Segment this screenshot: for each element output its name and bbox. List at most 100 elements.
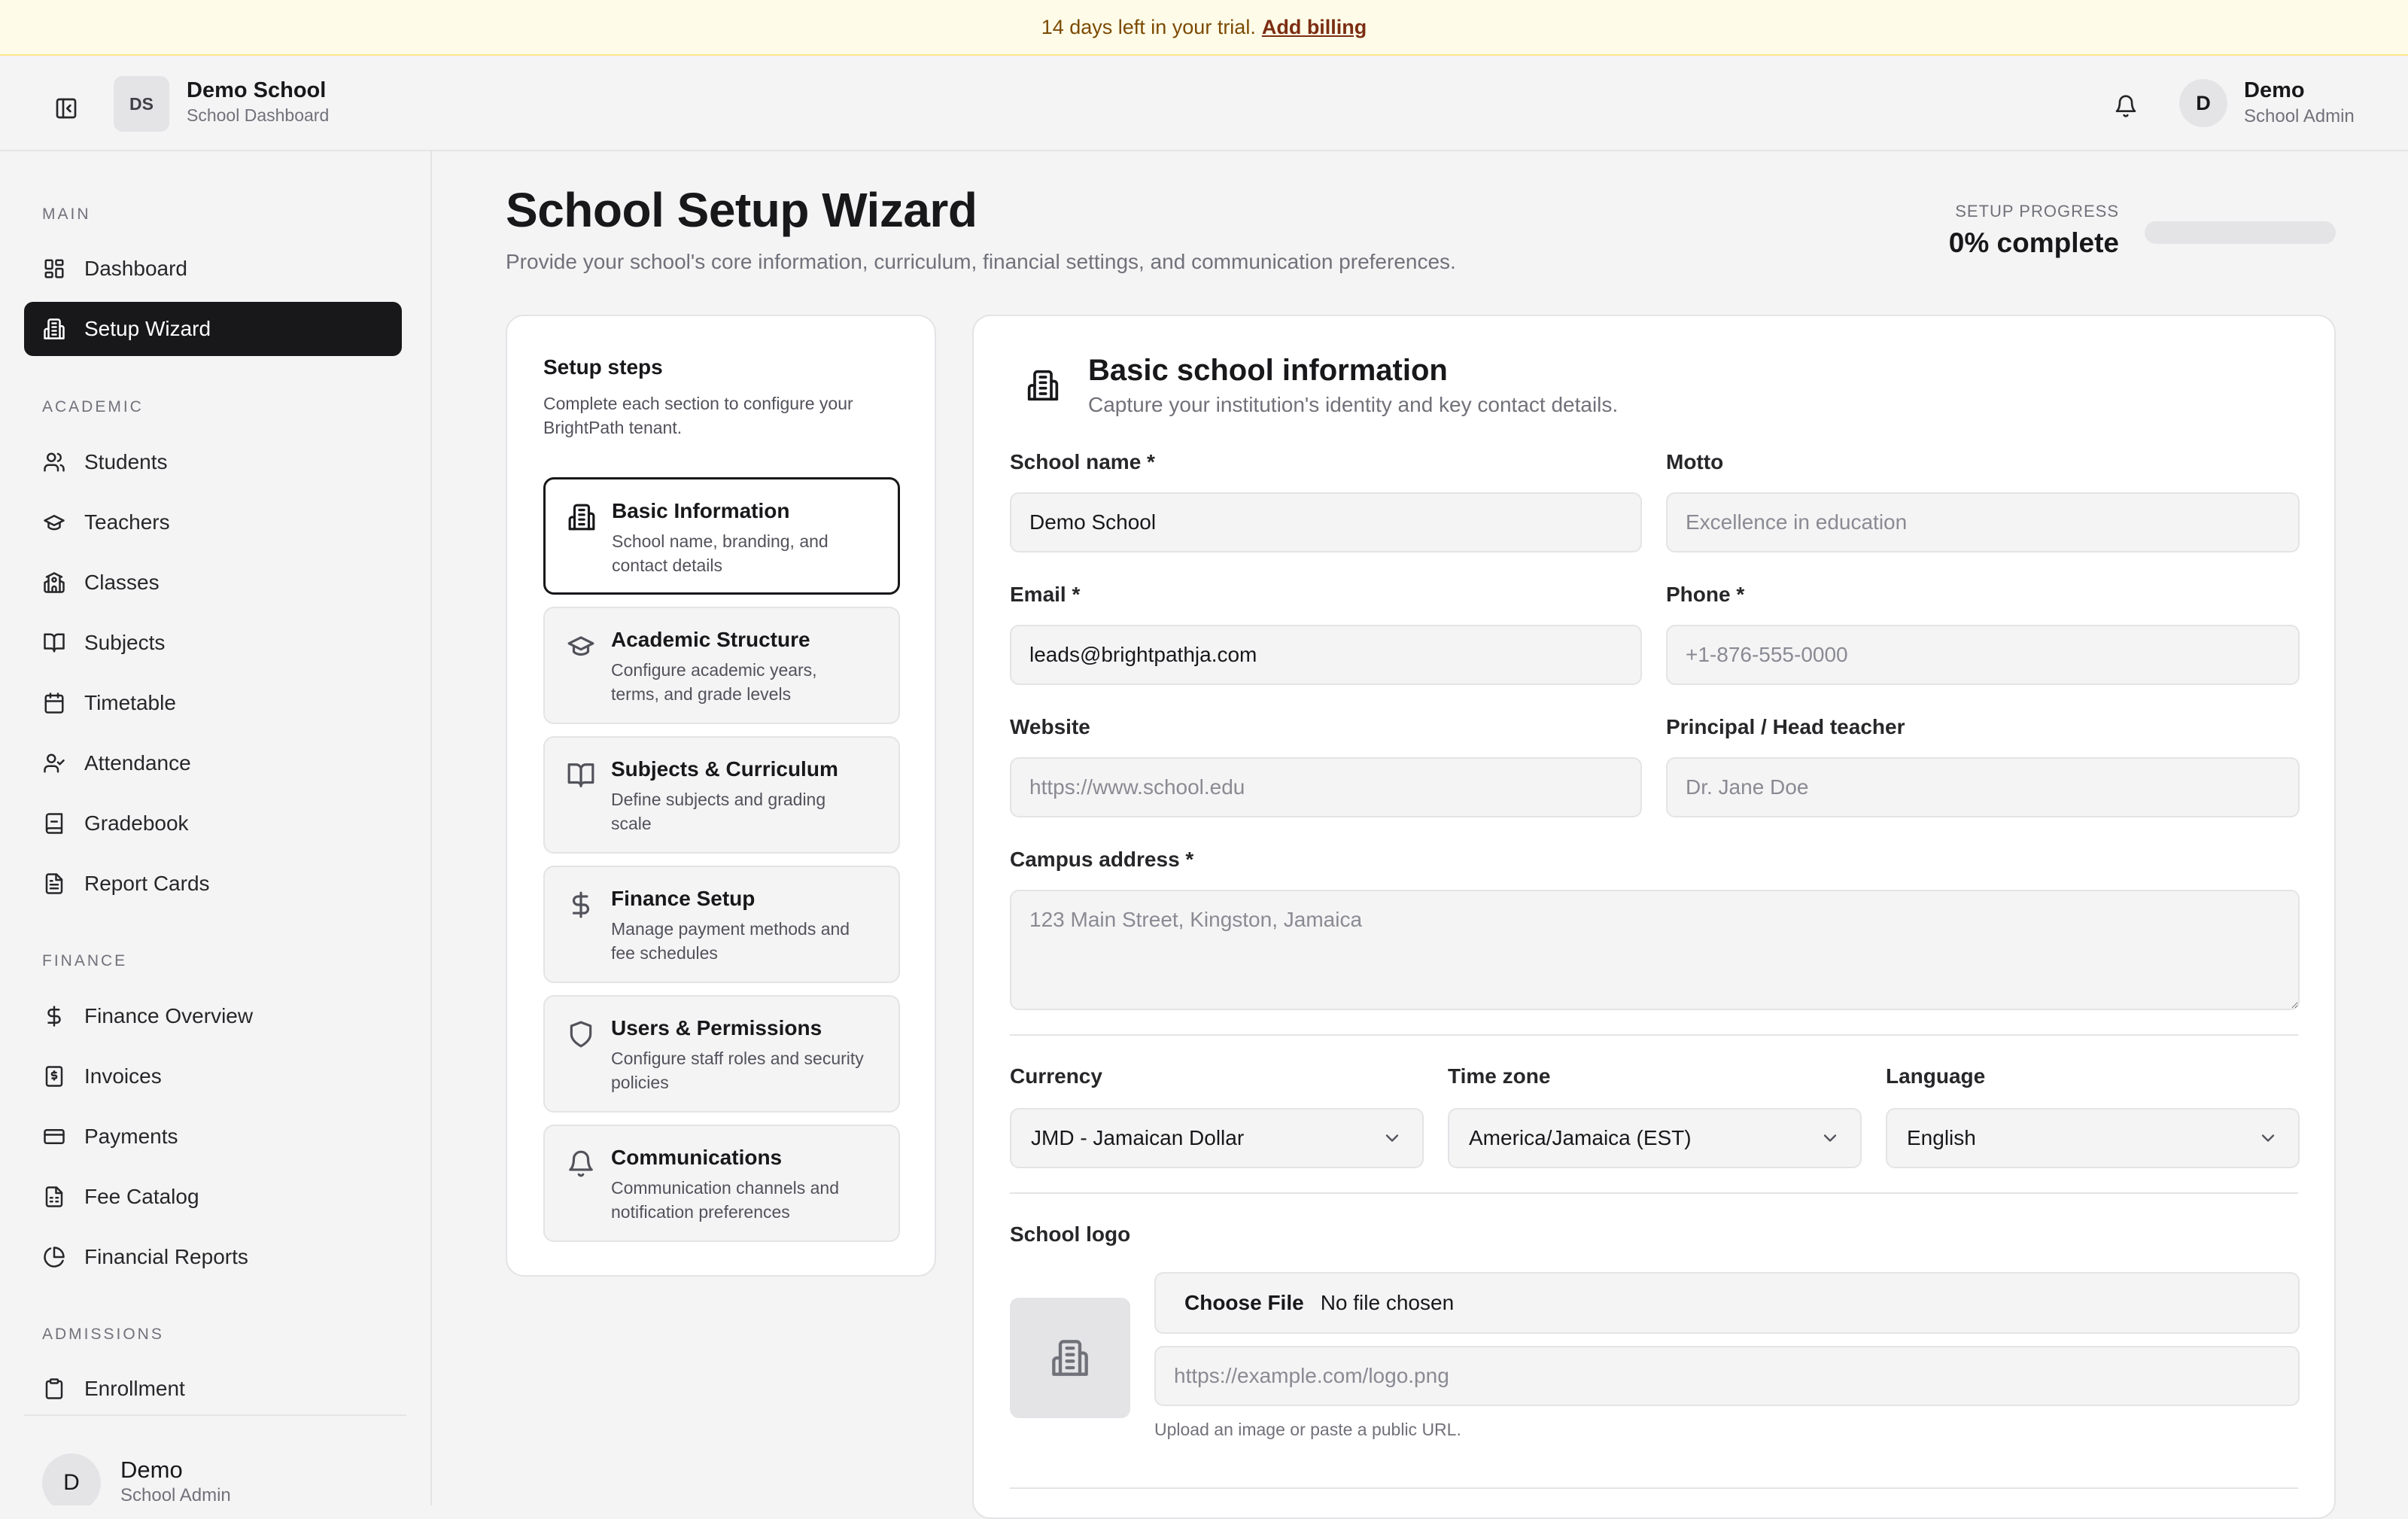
user-avatar[interactable]: D — [2179, 79, 2227, 127]
clipboard-icon — [42, 1377, 66, 1401]
sidebar-item-label: Enrollment — [84, 1377, 185, 1400]
sidebar-item-setup-wizard[interactable]: Setup Wizard — [24, 302, 402, 356]
timezone-select[interactable]: America/Jamaica (EST) — [1448, 1108, 1862, 1168]
timezone-value: America/Jamaica (EST) — [1469, 1126, 1692, 1149]
logo-file-input[interactable]: Choose File No file chosen — [1154, 1272, 2300, 1334]
sidebar-item-invoices[interactable]: Invoices — [24, 1049, 402, 1103]
user-check-icon — [42, 751, 66, 775]
sidebar-toggle-button[interactable] — [47, 89, 86, 128]
step-users-permissions[interactable]: Users & Permissions Configure staff role… — [543, 995, 900, 1113]
org-name: Demo School — [187, 78, 327, 102]
org-avatar[interactable]: DS — [114, 76, 169, 132]
sidebar-item-attendance[interactable]: Attendance — [24, 736, 402, 790]
sidebar-item-enrollment[interactable]: Enrollment — [24, 1362, 402, 1416]
steps-description: Complete each section to configure your … — [543, 394, 853, 437]
step-description: Manage payment methods and fee schedules — [611, 919, 850, 963]
logo-url-input[interactable] — [1154, 1346, 2300, 1406]
graduation-cap-icon — [566, 631, 596, 661]
dollar-icon — [42, 1004, 66, 1028]
chevron-down-icon — [2261, 1134, 2275, 1142]
website-input[interactable] — [1010, 757, 1642, 817]
progress-bar — [2145, 221, 2336, 244]
divider — [1010, 1034, 2298, 1036]
footer-avatar[interactable]: D — [42, 1454, 101, 1505]
sidebar-item-label: Financial Reports — [84, 1245, 248, 1268]
trial-banner: 14 days left in your trial. Add billing — [0, 0, 2408, 56]
building-icon — [567, 502, 597, 532]
sidebar-item-fee-catalog[interactable]: Fee Catalog — [24, 1170, 402, 1224]
campus-address-textarea[interactable] — [1010, 890, 2300, 1010]
step-communications[interactable]: Communications Communication channels an… — [543, 1125, 900, 1242]
dashboard-icon — [42, 257, 66, 281]
campus-address-label: Campus address * — [1010, 848, 1194, 871]
sidebar-item-label: Gradebook — [84, 811, 189, 835]
language-select[interactable]: English — [1886, 1108, 2300, 1168]
step-title: Academic Structure — [611, 628, 810, 651]
step-description: Configure academic years, terms, and gra… — [611, 660, 817, 704]
timezone-label: Time zone — [1448, 1064, 1551, 1088]
shield-icon — [566, 1019, 596, 1049]
sidebar-divider — [24, 1414, 406, 1416]
sidebar-item-report-cards[interactable]: Report Cards — [24, 857, 402, 911]
add-billing-link[interactable]: Add billing — [1262, 16, 1367, 39]
step-subjects-curriculum[interactable]: Subjects & Curriculum Define subjects an… — [543, 736, 900, 854]
sidebar-item-dashboard[interactable]: Dashboard — [24, 242, 402, 296]
sidebar-item-label: Teachers — [84, 510, 170, 534]
step-title: Communications — [611, 1146, 783, 1169]
email-label: Email * — [1010, 583, 1081, 606]
chevron-down-icon — [1385, 1134, 1399, 1142]
choose-file-button[interactable]: Choose File — [1184, 1291, 1304, 1315]
language-label: Language — [1886, 1064, 1986, 1088]
sidebar-item-payments[interactable]: Payments — [24, 1110, 402, 1164]
currency-label: Currency — [1010, 1064, 1102, 1088]
sidebar-item-label: Invoices — [84, 1064, 162, 1088]
building-icon — [1019, 361, 1067, 409]
school-logo-label: School logo — [1010, 1222, 1131, 1246]
sidebar-item-label: Timetable — [84, 691, 176, 714]
logo-preview — [1010, 1298, 1130, 1418]
footer-user-role: School Admin — [120, 1485, 231, 1505]
sidebar-item-label: Report Cards — [84, 872, 210, 895]
sidebar-item-label: Setup Wizard — [84, 317, 211, 340]
principal-input[interactable] — [1666, 757, 2300, 817]
chevron-down-icon — [1823, 1134, 1837, 1142]
sidebar-item-timetable[interactable]: Timetable — [24, 676, 402, 730]
graduation-cap-icon — [42, 510, 66, 534]
logo-hint: Upload an image or paste a public URL. — [1154, 1420, 1461, 1439]
sidebar-item-subjects[interactable]: Subjects — [24, 616, 402, 670]
credit-card-icon — [42, 1125, 66, 1149]
step-title: Finance Setup — [611, 887, 756, 910]
nav-section-label: MAIN — [42, 205, 91, 223]
file-text-icon — [42, 872, 66, 896]
phone-input[interactable] — [1666, 625, 2300, 685]
step-title: Users & Permissions — [611, 1016, 822, 1040]
user-name[interactable]: Demo — [2244, 78, 2305, 103]
sidebar-item-students[interactable]: Students — [24, 435, 402, 489]
form-subtitle: Capture your institution's identity and … — [1088, 393, 1619, 416]
top-bar: DS Demo School School Dashboard D Demo S… — [0, 56, 2408, 151]
sidebar-item-gradebook[interactable]: Gradebook — [24, 796, 402, 851]
divider — [1010, 1487, 2298, 1489]
calendar-icon — [42, 691, 66, 715]
step-basic-information[interactable]: Basic Information School name, branding,… — [543, 477, 900, 595]
page-title: School Setup Wizard — [506, 183, 977, 237]
sidebar-footer: D Demo School Admin — [0, 1416, 430, 1505]
step-description: School name, branding, and contact detai… — [612, 531, 829, 575]
email-input[interactable] — [1010, 625, 1642, 685]
sidebar-item-teachers[interactable]: Teachers — [24, 495, 402, 549]
motto-input[interactable] — [1666, 492, 2300, 553]
trial-text: 14 days left in your trial. — [1041, 15, 1256, 38]
sidebar-item-financial-reports[interactable]: Financial Reports — [24, 1230, 402, 1284]
website-label: Website — [1010, 715, 1090, 738]
notifications-button[interactable] — [2105, 86, 2146, 126]
currency-select[interactable]: JMD - Jamaican Dollar — [1010, 1108, 1424, 1168]
school-name-input[interactable] — [1010, 492, 1642, 553]
currency-value: JMD - Jamaican Dollar — [1031, 1126, 1245, 1149]
school-icon — [42, 571, 66, 595]
step-academic-structure[interactable]: Academic Structure Configure academic ye… — [543, 607, 900, 724]
footer-user-name[interactable]: Demo — [120, 1457, 183, 1484]
sidebar-item-finance-overview[interactable]: Finance Overview — [24, 989, 402, 1043]
step-finance-setup[interactable]: Finance Setup Manage payment methods and… — [543, 866, 900, 983]
step-title: Subjects & Curriculum — [611, 757, 838, 781]
sidebar-item-classes[interactable]: Classes — [24, 556, 402, 610]
